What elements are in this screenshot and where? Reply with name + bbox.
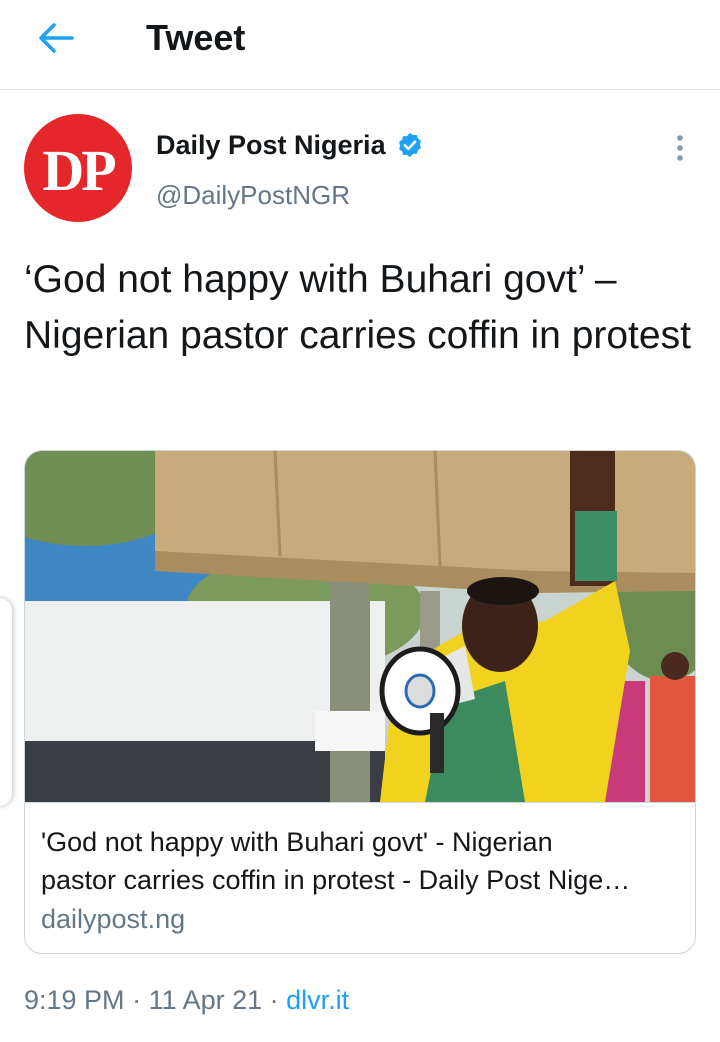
avatar[interactable]: DP: [24, 114, 132, 222]
card-photo: [25, 451, 695, 803]
meta-separator: ·: [262, 985, 287, 1015]
card-title-line-2: pastor carries coffin in protest - Daily…: [41, 865, 631, 895]
edge-panel-handle[interactable]: [0, 598, 12, 806]
arrow-left-icon: [39, 23, 74, 53]
page-title: Tweet: [146, 17, 246, 58]
verified-badge-icon: [398, 132, 421, 158]
avatar-logo-text: DP: [42, 137, 116, 203]
author-name-row[interactable]: Daily Post Nigeria: [156, 128, 424, 162]
card-title-line-1: 'God not happy with Buhari govt' - Niger…: [41, 827, 553, 857]
author-display-name: Daily Post Nigeria: [156, 130, 386, 160]
meta-separator: ·: [124, 985, 149, 1015]
tweet-source-link[interactable]: dlvr.it: [286, 985, 349, 1015]
link-preview-card[interactable]: 'God not happy with Buhari govt' - Niger…: [24, 450, 696, 954]
back-button[interactable]: [30, 16, 82, 60]
tweet-time: 9:19 PM: [24, 985, 125, 1015]
card-domain: dailypost.ng: [41, 904, 186, 934]
more-options-button[interactable]: [664, 130, 696, 166]
card-title: 'God not happy with Buhari govt' - Niger…: [41, 823, 681, 899]
more-vertical-icon: [677, 135, 683, 161]
tweet-meta: 9:19 PM · 11 Apr 21 · dlvr.it: [24, 982, 349, 1018]
tweet-date: 11 Apr 21: [148, 985, 263, 1015]
tweet-text: ‘God not happy with Buhari govt’ – Niger…: [24, 258, 691, 357]
author-handle[interactable]: @DailyPostNGR: [156, 178, 350, 212]
top-bar: Tweet: [0, 0, 720, 90]
